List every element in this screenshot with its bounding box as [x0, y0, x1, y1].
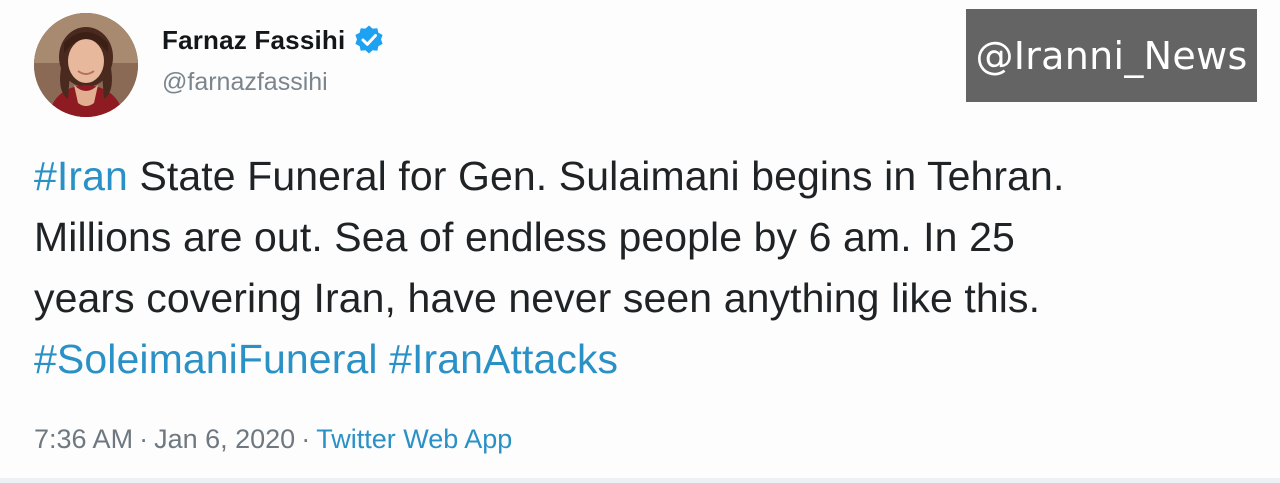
avatar-image — [34, 13, 138, 117]
hashtag-link[interactable]: #Iran — [34, 153, 128, 199]
tweet-text-segment: Millions are out. Sea of endless people … — [34, 214, 1015, 260]
author-handle[interactable]: @farnazfassihi — [162, 68, 328, 97]
divider — [0, 478, 1280, 483]
watermark-label: @Iranni_News — [966, 9, 1257, 102]
tweet-meta: 7:36 AM · Jan 6, 2020 · Twitter Web App — [34, 424, 512, 455]
tweet-date[interactable]: Jan 6, 2020 — [154, 424, 295, 454]
author-display-name[interactable]: Farnaz Fassihi — [162, 25, 345, 56]
avatar[interactable] — [34, 13, 138, 117]
hashtag-link[interactable]: #SoleimaniFuneral — [34, 336, 378, 382]
tweet-text-line: years covering Iran, have never seen any… — [34, 268, 1264, 329]
tweet-text-segment: years covering Iran, have never seen any… — [34, 275, 1041, 321]
tweet-text-line: #Iran State Funeral for Gen. Sulaimani b… — [34, 146, 1264, 207]
author-name-row: Farnaz Fassihi — [162, 24, 385, 56]
meta-separator: · — [139, 424, 149, 454]
tweet-time[interactable]: 7:36 AM — [34, 424, 133, 454]
tweet-text-segment: State Funeral for Gen. Sulaimani begins … — [127, 153, 1065, 199]
tweet-source-link[interactable]: Twitter Web App — [316, 424, 512, 454]
hashtag-link[interactable]: #IranAttacks — [389, 336, 618, 382]
tweet-text-line: Millions are out. Sea of endless people … — [34, 207, 1264, 268]
tweet-card: Farnaz Fassihi @farnazfassihi @Iranni_Ne… — [0, 0, 1280, 483]
verified-badge-icon — [353, 24, 385, 56]
tweet-text: #Iran State Funeral for Gen. Sulaimani b… — [34, 146, 1264, 390]
tweet-text-line: #SoleimaniFuneral #IranAttacks — [34, 329, 1264, 390]
tweet-text-segment — [378, 336, 390, 382]
meta-separator: · — [301, 424, 311, 454]
